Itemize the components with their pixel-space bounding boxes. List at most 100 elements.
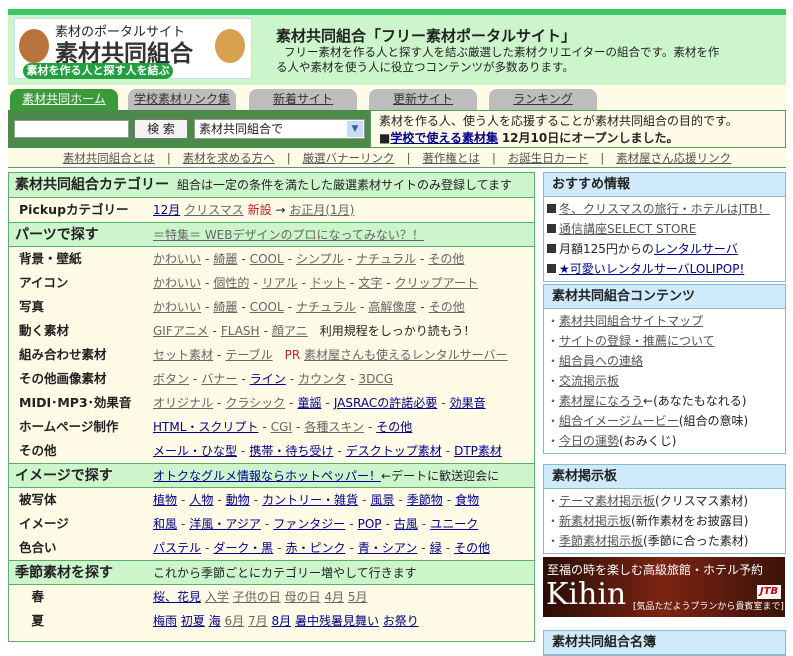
category-link[interactable]: 8月 [271,614,291,628]
category-link[interactable]: その他 [376,420,412,434]
sidebar-link[interactable]: 今日の運勢 [559,434,619,448]
category-link[interactable]: ＝特集＝ WEBデザインのプロになってみない？！ [153,228,424,242]
category-link[interactable]: 植物 [153,493,177,507]
category-link[interactable]: クリップアート [395,276,478,290]
chevron-down-icon[interactable]: ▼ [347,121,363,137]
tab-ranking[interactable]: ランキング [489,89,597,110]
category-link[interactable]: ドット [310,276,346,290]
sidebar-link[interactable]: 通信講座SELECT STORE [559,222,696,236]
category-link[interactable]: 緑 [430,541,442,555]
nav-link[interactable]: 素材屋さん応援リンク [616,151,731,165]
category-link[interactable]: バナー [201,372,237,386]
category-link[interactable]: 季節物 [407,493,443,507]
category-link[interactable]: お正月(1月) [289,203,354,217]
category-link[interactable]: メール・ひな型 [153,444,237,458]
site-logo[interactable]: 素材のポータルサイト 素材共同組合 素材を作る人と探す人を結ぶ [14,18,252,79]
tab-new-sites[interactable]: 新着サイト [249,89,357,110]
category-link[interactable]: 入学 [205,590,229,604]
category-link[interactable]: 青・シアン [358,541,418,555]
category-link[interactable]: FLASH [221,324,260,338]
category-link[interactable]: 食物 [455,493,479,507]
category-link[interactable]: ナチュラル [296,300,356,314]
category-link[interactable]: カントリー・雑貨 [262,493,358,507]
category-link[interactable]: 高解像度 [368,300,416,314]
sidebar-link[interactable]: 組合イメージムービー [559,414,679,428]
nav-link[interactable]: お誕生日カード [508,151,589,165]
category-link[interactable]: 海 [209,614,221,628]
search-button[interactable]: 検 索 [134,119,188,139]
category-link[interactable]: パステル [153,541,201,555]
category-link[interactable]: 赤・ピンク [285,541,345,555]
jtb-kihin-banner[interactable]: 至福の時を楽しむ高級旅館・ホテル予約 Kihin [気品ただようプランから貴賓室… [543,557,785,617]
category-link[interactable]: 暑中残暑見舞い [295,614,379,628]
category-link[interactable]: リアル [262,276,298,290]
category-link[interactable]: テーブル [225,348,272,362]
category-link[interactable]: 携帯・待ち受け [249,444,333,458]
category-link[interactable]: デスクトップ素材 [346,444,442,458]
nav-link[interactable]: 厳選バナーリンク [303,151,395,165]
category-link[interactable]: JASRACの許諾必要 [334,396,437,410]
category-link[interactable]: DTP素材 [454,444,502,458]
category-link[interactable]: 古風 [394,517,418,531]
sidebar-link[interactable]: 組合員への連絡 [559,354,643,368]
category-link[interactable]: その他 [429,300,465,314]
category-link[interactable]: 個性的 [213,276,249,290]
category-link[interactable]: 梅雨 [153,614,177,628]
category-link[interactable]: 顔アニ [272,324,308,338]
category-link[interactable]: CGI [271,420,292,434]
category-link[interactable]: ユニーク [430,517,478,531]
category-link[interactable]: ボタン [153,372,189,386]
category-link[interactable]: ナチュラル [356,252,416,266]
category-link[interactable]: その他 [454,541,490,555]
category-link[interactable]: 風景 [370,493,394,507]
sidebar-link[interactable]: ★可愛いレンタルサーバLOLIPOP! [559,262,744,276]
tab-school-links[interactable]: 学校素材リンク集 [128,89,236,110]
category-link[interactable]: HTML・スクリプト [153,420,258,434]
sidebar-link[interactable]: 冬、クリスマスの旅行・ホテルはJTB！ [559,202,770,216]
category-link[interactable]: かわいい [153,252,201,266]
category-link[interactable]: シンプル [296,252,344,266]
nav-link[interactable]: 素材共同組合とは [63,151,155,165]
category-link[interactable]: COOL [250,252,284,266]
category-link[interactable]: オトクなグルメ情報ならホットペッパー！ [153,469,381,483]
category-link[interactable]: 桜、花見 [153,590,201,604]
category-link[interactable]: 12月 [153,203,180,217]
category-link[interactable]: 素材屋さんも使えるレンタルサーバー [304,348,508,362]
category-link[interactable]: 母の日 [285,590,321,604]
sidebar-link[interactable]: 交流掲示板 [559,374,619,388]
category-link[interactable]: 4月 [324,590,344,604]
category-link[interactable]: 各種スキン [304,420,364,434]
nav-link[interactable]: 素材を求める方へ [183,151,275,165]
sidebar-link[interactable]: 素材屋になろう [559,394,643,408]
category-link[interactable]: 初夏 [181,614,205,628]
category-link[interactable]: 和風 [153,517,177,531]
category-link[interactable]: COOL [250,300,284,314]
category-link[interactable]: 綺麗 [213,252,237,266]
category-link[interactable]: クリスマス [184,203,244,217]
category-link[interactable]: GIFアニメ [153,324,209,338]
category-link[interactable]: 洋風・アジア [189,517,261,531]
tab-home[interactable]: 素材共同ホーム [10,89,118,110]
category-link[interactable]: 童謡 [297,396,321,410]
category-link[interactable]: 5月 [348,590,368,604]
category-link[interactable]: オリジナル [153,396,213,410]
search-scope-select[interactable]: 素材共同組合で ▼ [194,119,365,139]
category-link[interactable]: 動物 [226,493,250,507]
category-link[interactable]: クラシック [225,396,285,410]
category-link[interactable]: 人物 [189,493,213,507]
sidebar-link[interactable]: サイトの登録・推薦について [559,334,715,348]
category-link[interactable]: ダーク・黒 [213,541,273,555]
category-link[interactable]: ライン [250,372,286,386]
tab-updated-sites[interactable]: 更新サイト [369,89,477,110]
sidebar-link[interactable]: テーマ素材掲示板 [559,494,655,508]
category-link[interactable]: 文字 [358,276,382,290]
category-link[interactable]: セット素材 [153,348,213,362]
nav-link[interactable]: 著作権とは [422,151,480,165]
category-link[interactable]: 7月 [248,614,268,628]
category-link[interactable]: その他 [428,252,464,266]
sidebar-link[interactable]: レンタルサーバ [654,242,738,256]
category-link[interactable]: 3DCG [358,372,393,386]
category-link[interactable]: お祭り [383,614,419,628]
category-link[interactable]: ファンタジー [273,517,345,531]
category-link[interactable]: 効果音 [450,396,486,410]
